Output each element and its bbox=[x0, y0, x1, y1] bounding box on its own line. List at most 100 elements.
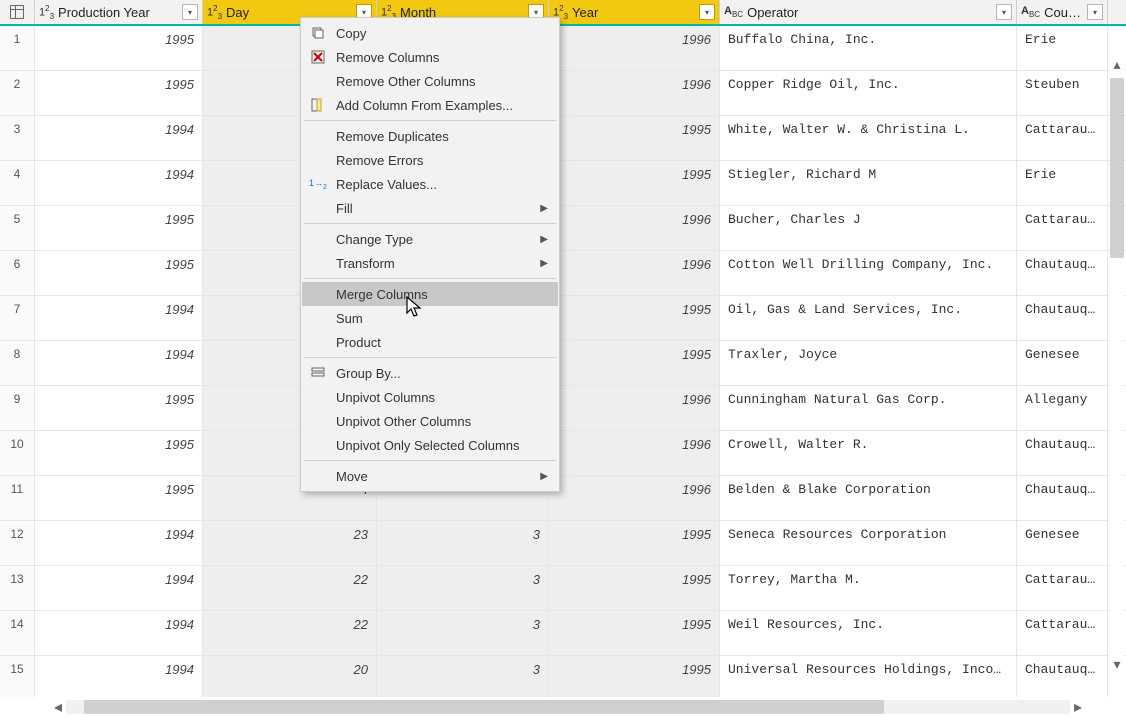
cell-production_year[interactable]: 1994 bbox=[35, 116, 203, 160]
cell-day[interactable]: 22 bbox=[203, 611, 377, 655]
cell-operator[interactable]: Seneca Resources Corporation bbox=[720, 521, 1017, 565]
menu-item-add-col-ex[interactable]: Add Column From Examples... bbox=[302, 93, 558, 117]
row-number[interactable]: 8 bbox=[0, 341, 35, 385]
table-row[interactable]: 1019951996Crowell, Walter R.Chautauqua bbox=[0, 431, 1126, 476]
cell-month[interactable]: 3 bbox=[377, 521, 549, 565]
cell-operator[interactable]: Cunningham Natural Gas Corp. bbox=[720, 386, 1017, 430]
table-row[interactable]: 819941995Traxler, JoyceGenesee bbox=[0, 341, 1126, 386]
row-number[interactable]: 1 bbox=[0, 26, 35, 70]
table-row[interactable]: 31994 1995White, Walter W. & Christina L.… bbox=[0, 116, 1126, 161]
cell-operator[interactable]: Cotton Well Drilling Company, Inc. bbox=[720, 251, 1017, 295]
scroll-right-arrow-icon[interactable]: ▸ bbox=[1070, 697, 1086, 717]
cell-year[interactable]: 1995 bbox=[549, 161, 720, 205]
cell-county[interactable]: Cattaraugus bbox=[1017, 611, 1108, 655]
table-row[interactable]: 41994 1995Stiegler, Richard MErie bbox=[0, 161, 1126, 206]
cell-production_year[interactable]: 1995 bbox=[35, 386, 203, 430]
row-number[interactable]: 3 bbox=[0, 116, 35, 160]
cell-day[interactable]: 22 bbox=[203, 566, 377, 610]
table-row[interactable]: 1519942031995Universal Resources Holding… bbox=[0, 656, 1126, 697]
table-row[interactable]: 1219942331995Seneca Resources Corporatio… bbox=[0, 521, 1126, 566]
table-row[interactable]: 11995 1996Buffalo China, Inc.Erie bbox=[0, 26, 1126, 71]
cell-year[interactable]: 1995 bbox=[549, 611, 720, 655]
cell-production_year[interactable]: 1994 bbox=[35, 521, 203, 565]
menu-item-copy[interactable]: Copy bbox=[302, 21, 558, 45]
menu-item-transform[interactable]: Transform▶ bbox=[302, 251, 558, 275]
menu-item-remove-other[interactable]: Remove Other Columns bbox=[302, 69, 558, 93]
cell-operator[interactable]: Copper Ridge Oil, Inc. bbox=[720, 71, 1017, 115]
cell-county[interactable]: Chautauqua bbox=[1017, 251, 1108, 295]
cell-production_year[interactable]: 1995 bbox=[35, 71, 203, 115]
column-filter-dropdown-icon[interactable]: ▾ bbox=[182, 4, 198, 20]
table-row[interactable]: 719941995Oil, Gas & Land Services, Inc.C… bbox=[0, 296, 1126, 341]
table-row[interactable]: 11199541996Belden & Blake CorporationCha… bbox=[0, 476, 1126, 521]
vertical-scrollbar[interactable]: ▴ ▾ bbox=[1110, 54, 1124, 675]
menu-item-sum[interactable]: Sum bbox=[302, 306, 558, 330]
cell-production_year[interactable]: 1995 bbox=[35, 26, 203, 70]
menu-item-replace-vals[interactable]: 1→2Replace Values... bbox=[302, 172, 558, 196]
cell-county[interactable]: Genesee bbox=[1017, 341, 1108, 385]
cell-year[interactable]: 1996 bbox=[549, 26, 720, 70]
row-number[interactable]: 5 bbox=[0, 206, 35, 250]
horizontal-scroll-track[interactable] bbox=[66, 700, 1070, 714]
row-number[interactable]: 4 bbox=[0, 161, 35, 205]
cell-month[interactable]: 3 bbox=[377, 566, 549, 610]
cell-year[interactable]: 1995 bbox=[549, 116, 720, 160]
row-number[interactable]: 14 bbox=[0, 611, 35, 655]
column-header-operator[interactable]: ABCOperator▾ bbox=[720, 0, 1017, 24]
cell-production_year[interactable]: 1994 bbox=[35, 566, 203, 610]
column-header-year[interactable]: 123Year▾ bbox=[549, 0, 720, 24]
row-number[interactable]: 12 bbox=[0, 521, 35, 565]
row-number[interactable]: 9 bbox=[0, 386, 35, 430]
scroll-up-arrow-icon[interactable]: ▴ bbox=[1110, 56, 1124, 73]
cell-year[interactable]: 1996 bbox=[549, 206, 720, 250]
cell-operator[interactable]: Buffalo China, Inc. bbox=[720, 26, 1017, 70]
table-corner[interactable] bbox=[0, 0, 35, 24]
cell-production_year[interactable]: 1994 bbox=[35, 296, 203, 340]
cell-year[interactable]: 1995 bbox=[549, 656, 720, 697]
vertical-scroll-thumb[interactable] bbox=[1110, 78, 1124, 258]
cell-production_year[interactable]: 1995 bbox=[35, 206, 203, 250]
column-header-production_year[interactable]: 123Production Year▾ bbox=[35, 0, 203, 24]
cell-county[interactable]: Steuben bbox=[1017, 71, 1108, 115]
cell-county[interactable]: Erie bbox=[1017, 26, 1108, 70]
cell-year[interactable]: 1996 bbox=[549, 386, 720, 430]
column-header-county[interactable]: ABCCounty▾ bbox=[1017, 0, 1108, 24]
cell-production_year[interactable]: 1994 bbox=[35, 341, 203, 385]
cell-county[interactable]: Cattaraugus bbox=[1017, 566, 1108, 610]
cell-county[interactable]: Chautauqua bbox=[1017, 476, 1108, 520]
menu-item-move[interactable]: Move▶ bbox=[302, 464, 558, 488]
cell-operator[interactable]: Oil, Gas & Land Services, Inc. bbox=[720, 296, 1017, 340]
cell-operator[interactable]: Torrey, Martha M. bbox=[720, 566, 1017, 610]
scroll-down-arrow-icon[interactable]: ▾ bbox=[1110, 656, 1124, 673]
cell-operator[interactable]: Stiegler, Richard M bbox=[720, 161, 1017, 205]
cell-county[interactable]: Chautauqua bbox=[1017, 656, 1108, 697]
row-number[interactable]: 10 bbox=[0, 431, 35, 475]
cell-year[interactable]: 1996 bbox=[549, 431, 720, 475]
column-filter-dropdown-icon[interactable]: ▾ bbox=[1087, 4, 1103, 20]
cell-operator[interactable]: Belden & Blake Corporation bbox=[720, 476, 1017, 520]
cell-day[interactable]: 20 bbox=[203, 656, 377, 697]
horizontal-scroll-thumb[interactable] bbox=[84, 700, 884, 714]
table-row[interactable]: 219951996Copper Ridge Oil, Inc.Steuben bbox=[0, 71, 1126, 116]
cell-production_year[interactable]: 1995 bbox=[35, 251, 203, 295]
table-row[interactable]: 1419942231995Weil Resources, Inc.Cattara… bbox=[0, 611, 1126, 656]
cell-year[interactable]: 1995 bbox=[549, 566, 720, 610]
cell-operator[interactable]: Bucher, Charles J bbox=[720, 206, 1017, 250]
cell-month[interactable]: 3 bbox=[377, 656, 549, 697]
menu-item-group-by[interactable]: Group By... bbox=[302, 361, 558, 385]
cell-production_year[interactable]: 1994 bbox=[35, 161, 203, 205]
cell-year[interactable]: 1996 bbox=[549, 251, 720, 295]
cell-operator[interactable]: Traxler, Joyce bbox=[720, 341, 1017, 385]
menu-item-unpivot-other[interactable]: Unpivot Other Columns bbox=[302, 409, 558, 433]
cell-county[interactable]: Erie bbox=[1017, 161, 1108, 205]
cell-year[interactable]: 1995 bbox=[549, 521, 720, 565]
menu-item-unpivot[interactable]: Unpivot Columns bbox=[302, 385, 558, 409]
cell-year[interactable]: 1995 bbox=[549, 296, 720, 340]
cell-operator[interactable]: White, Walter W. & Christina L. bbox=[720, 116, 1017, 160]
row-number[interactable]: 11 bbox=[0, 476, 35, 520]
menu-item-remove-cols[interactable]: Remove Columns bbox=[302, 45, 558, 69]
cell-production_year[interactable]: 1995 bbox=[35, 431, 203, 475]
menu-item-remove-err[interactable]: Remove Errors bbox=[302, 148, 558, 172]
column-filter-dropdown-icon[interactable]: ▾ bbox=[699, 4, 715, 20]
row-number[interactable]: 7 bbox=[0, 296, 35, 340]
